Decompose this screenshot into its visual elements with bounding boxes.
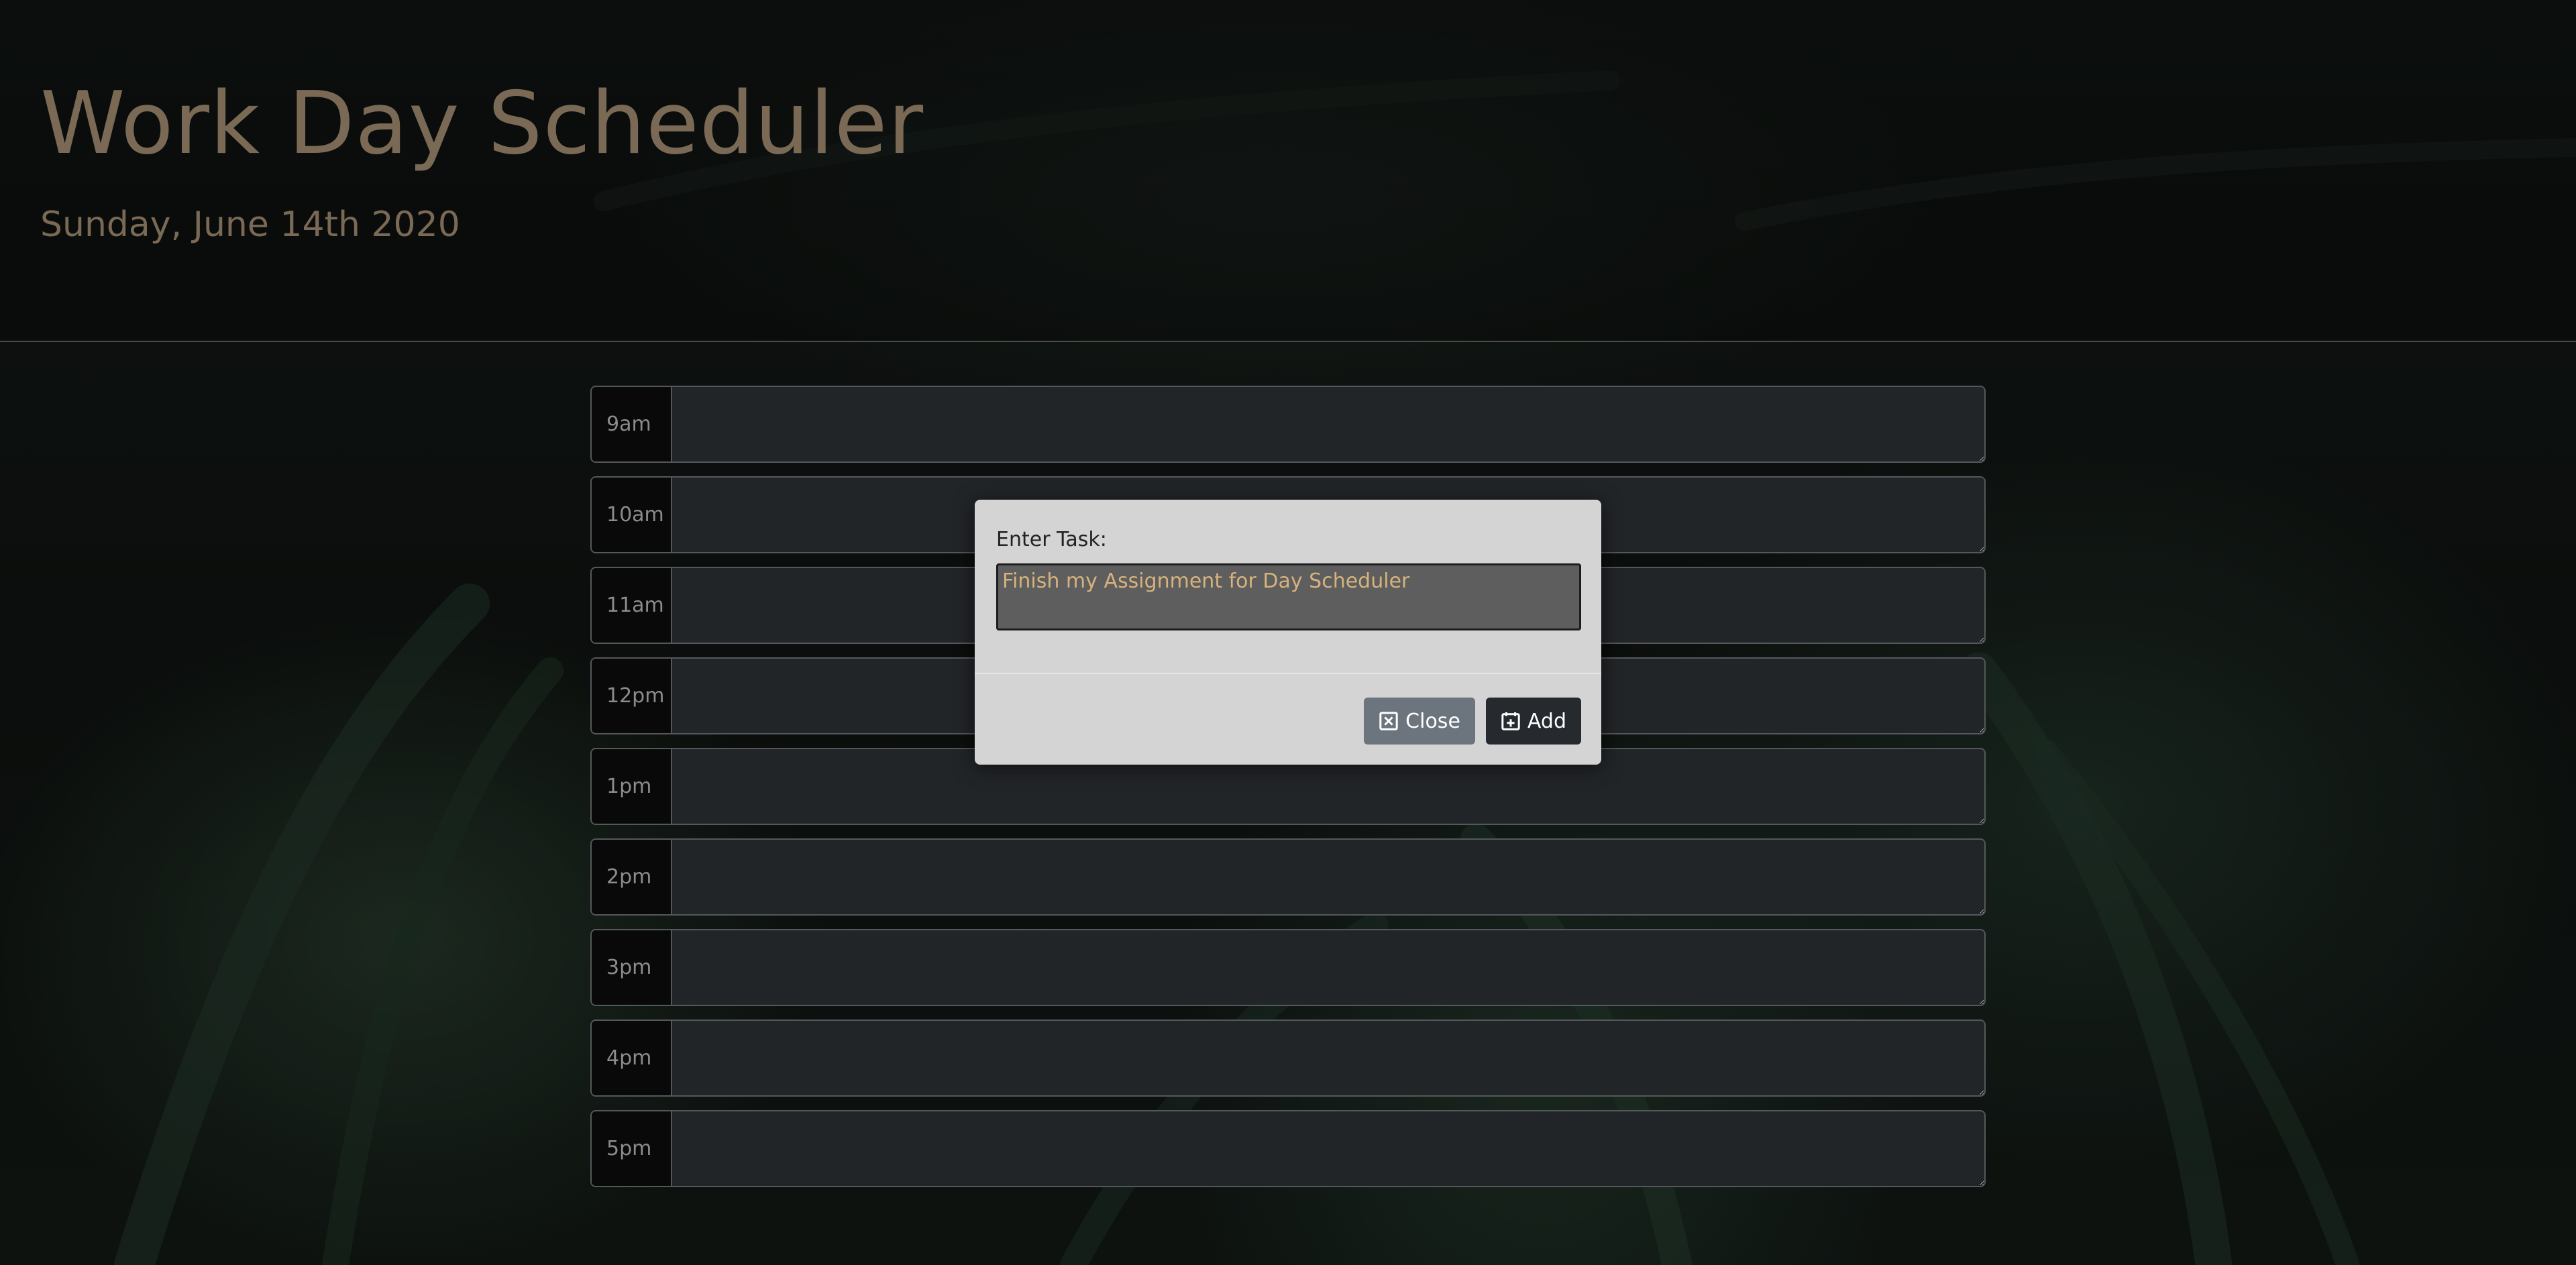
close-button-label: Close xyxy=(1405,709,1460,733)
task-field[interactable] xyxy=(672,840,1984,914)
page-title: Work Day Scheduler xyxy=(40,74,924,174)
hour-label: 12pm xyxy=(592,659,672,733)
hour-label: 9am xyxy=(592,387,672,461)
time-block-5pm: 5pm xyxy=(590,1110,1986,1187)
add-button[interactable]: Add xyxy=(1485,698,1581,745)
task-field[interactable] xyxy=(672,1021,1984,1095)
hour-label: 1pm xyxy=(592,749,672,824)
time-block-4pm: 4pm xyxy=(590,1020,1986,1097)
modal-footer: Close Add xyxy=(1364,698,1581,745)
hour-label: 10am xyxy=(592,478,672,552)
task-input[interactable]: Finish my Assignment for Day Scheduler xyxy=(996,563,1581,630)
time-block-2pm: 2pm xyxy=(590,838,1986,916)
calendar-plus-icon xyxy=(1501,712,1520,730)
hour-label: 3pm xyxy=(592,930,672,1005)
task-field[interactable] xyxy=(672,387,1984,461)
close-button[interactable]: Close xyxy=(1364,698,1475,745)
hour-label: 4pm xyxy=(592,1021,672,1095)
task-label: Enter Task: xyxy=(996,528,1107,551)
time-block-9am: 9am xyxy=(590,386,1986,463)
hour-label: 11am xyxy=(592,568,672,643)
modal-body: Enter Task: Finish my Assignment for Day… xyxy=(975,500,1601,674)
hour-label: 2pm xyxy=(592,840,672,914)
task-field[interactable] xyxy=(672,1111,1984,1186)
close-box-icon xyxy=(1379,712,1398,730)
header: Work Day Scheduler Sunday, June 14th 202… xyxy=(0,0,2576,342)
hour-label: 5pm xyxy=(592,1111,672,1186)
add-button-label: Add xyxy=(1527,709,1566,733)
task-field[interactable] xyxy=(672,930,1984,1005)
current-date: Sunday, June 14th 2020 xyxy=(40,205,460,245)
task-modal: Enter Task: Finish my Assignment for Day… xyxy=(975,500,1601,765)
time-block-3pm: 3pm xyxy=(590,929,1986,1006)
